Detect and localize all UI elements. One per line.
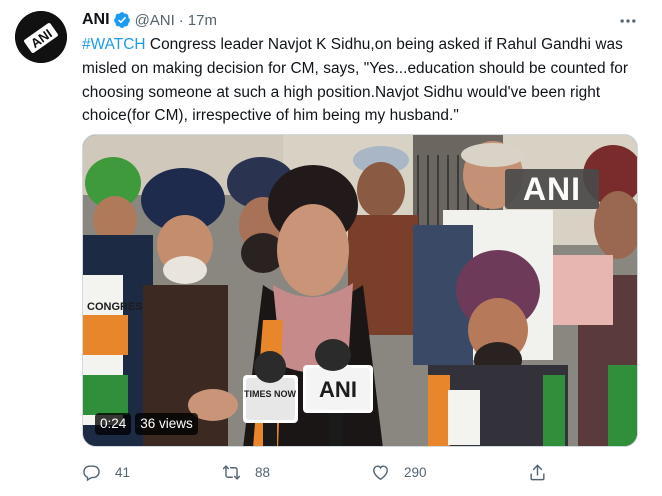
tweet-text: #WATCH Congress leader Navjot K Sidhu,on… xyxy=(82,33,648,128)
separator-dot: · xyxy=(178,11,184,29)
more-icon xyxy=(620,19,636,23)
like-count: 290 xyxy=(404,464,427,480)
retweet-icon xyxy=(222,464,241,480)
mic-label-timesnow: TIMES NOW xyxy=(244,389,297,399)
tweet-body: Congress leader Navjot K Sidhu,on being … xyxy=(82,36,629,125)
verified-badge-icon xyxy=(113,11,131,29)
author-handle[interactable]: @ANI xyxy=(135,12,175,29)
reply-count: 41 xyxy=(115,464,131,480)
video-views: 36 views xyxy=(135,413,198,435)
reply-icon xyxy=(83,464,100,481)
video-player[interactable]: CONGRESS TIMES NOW ANI ANI 0:24 36 views xyxy=(82,134,638,447)
hashtag-link[interactable]: #WATCH xyxy=(82,36,146,53)
mic-label-ani: ANI xyxy=(319,377,357,402)
ani-logo-icon: ANI xyxy=(15,11,67,63)
more-options-button[interactable] xyxy=(616,9,640,33)
avatar[interactable]: ANI xyxy=(15,11,67,63)
tweet[interactable]: ANI ANI @ANI · 17m #WATCH Congress leade… xyxy=(0,0,662,496)
ani-watermark: ANI xyxy=(505,169,599,209)
video-duration: 0:24 xyxy=(95,413,132,435)
retweet-button[interactable]: 88 xyxy=(222,460,270,484)
heart-icon xyxy=(373,464,388,480)
tweet-actions: 41 88 290 xyxy=(82,460,552,484)
share-button[interactable] xyxy=(528,460,547,484)
like-button[interactable]: 290 xyxy=(371,460,427,484)
reply-button[interactable]: 41 xyxy=(82,460,130,484)
video-info: 0:24 36 views xyxy=(95,413,198,435)
tweet-timestamp[interactable]: 17m xyxy=(188,12,217,29)
author-name[interactable]: ANI xyxy=(82,11,110,29)
retweet-count: 88 xyxy=(255,464,271,480)
scarf-text: CONGRESS xyxy=(87,301,150,313)
tweet-header: ANI @ANI · 17m xyxy=(82,9,217,31)
share-icon xyxy=(530,464,545,480)
